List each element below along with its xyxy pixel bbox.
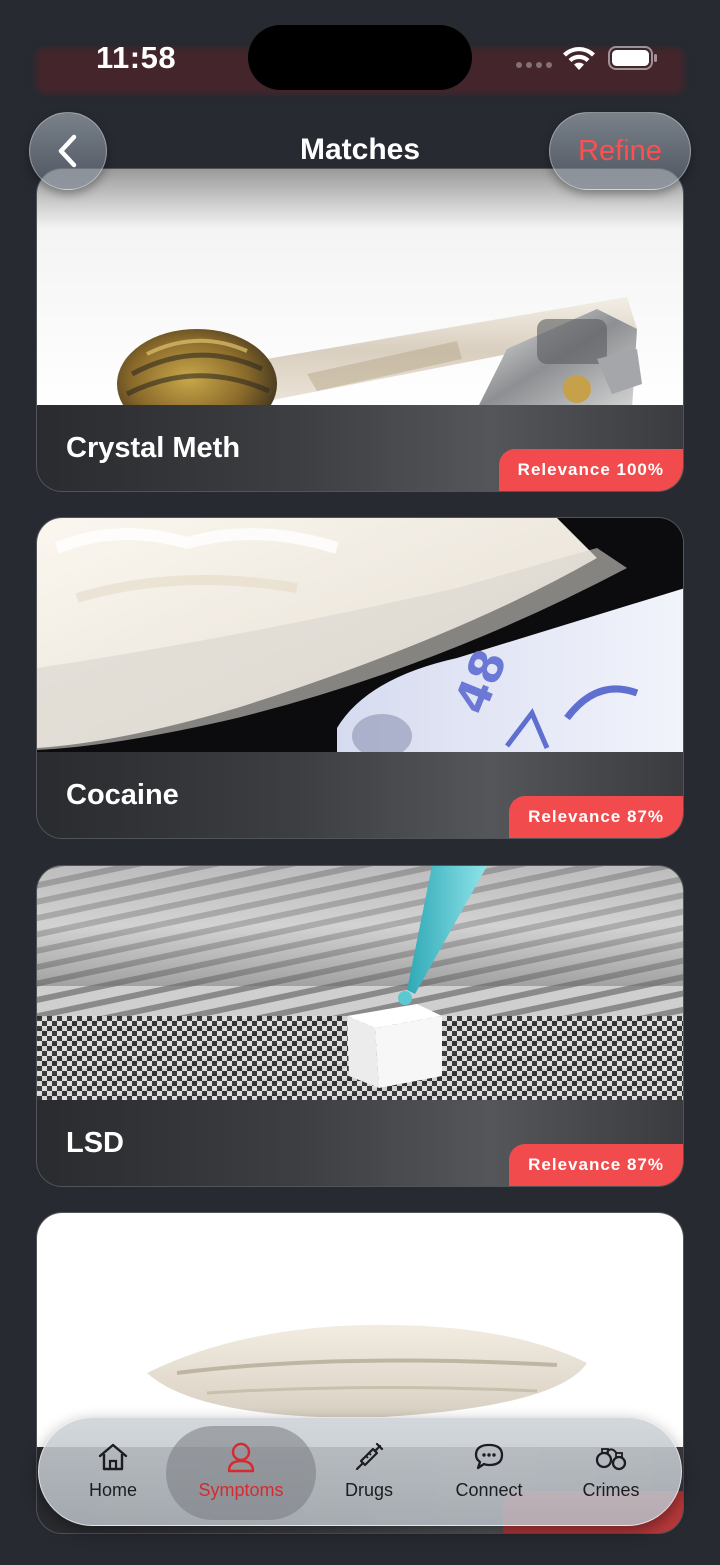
- home-icon: [98, 1443, 128, 1471]
- drug-card-lsd[interactable]: LSD Relevance 87%: [36, 865, 684, 1187]
- cocaine-image: 48: [37, 518, 683, 756]
- tab-home[interactable]: Home: [53, 1418, 173, 1527]
- drug-card-crystal-meth[interactable]: Crystal Meth Relevance 100%: [36, 168, 684, 492]
- cellular-signal-icon: [516, 62, 552, 68]
- tab-bar: Home Symptoms Drugs Connect Crimes: [38, 1417, 682, 1526]
- status-time: 11:58: [96, 40, 177, 75]
- handcuffs-icon: [595, 1448, 627, 1471]
- syringe-icon: [355, 1442, 384, 1471]
- relevance-badge: Relevance 100%: [498, 449, 683, 491]
- tab-label: Home: [88, 1480, 137, 1500]
- tab-label: Symptoms: [198, 1480, 284, 1500]
- battery-icon: [608, 46, 657, 70]
- powder-bag-image: [37, 1213, 683, 1451]
- card-title: LSD: [66, 1127, 124, 1159]
- crystal-meth-image: [37, 169, 683, 409]
- dynamic-island: [248, 25, 472, 90]
- tab-label: Connect: [455, 1480, 523, 1500]
- lsd-image: [37, 866, 683, 1104]
- drug-card-cocaine[interactable]: 48 Cocaine Relevance 87%: [36, 517, 684, 839]
- tab-label: Drugs: [344, 1480, 393, 1500]
- wifi-icon: [563, 47, 595, 70]
- tab-drugs[interactable]: Drugs: [309, 1418, 429, 1527]
- relevance-badge: Relevance 87%: [509, 1144, 683, 1186]
- refine-button[interactable]: Refine: [549, 112, 691, 190]
- relevance-badge: Relevance 87%: [509, 796, 683, 838]
- tab-label: Crimes: [582, 1480, 640, 1500]
- tab-symptoms[interactable]: Symptoms: [181, 1418, 301, 1527]
- tab-connect[interactable]: Connect: [429, 1418, 549, 1527]
- card-title: Crystal Meth: [66, 432, 241, 464]
- person-icon: [227, 1442, 255, 1473]
- tab-crimes[interactable]: Crimes: [551, 1418, 671, 1527]
- chat-bubble-icon: [474, 1443, 504, 1470]
- card-title: Cocaine: [66, 779, 179, 811]
